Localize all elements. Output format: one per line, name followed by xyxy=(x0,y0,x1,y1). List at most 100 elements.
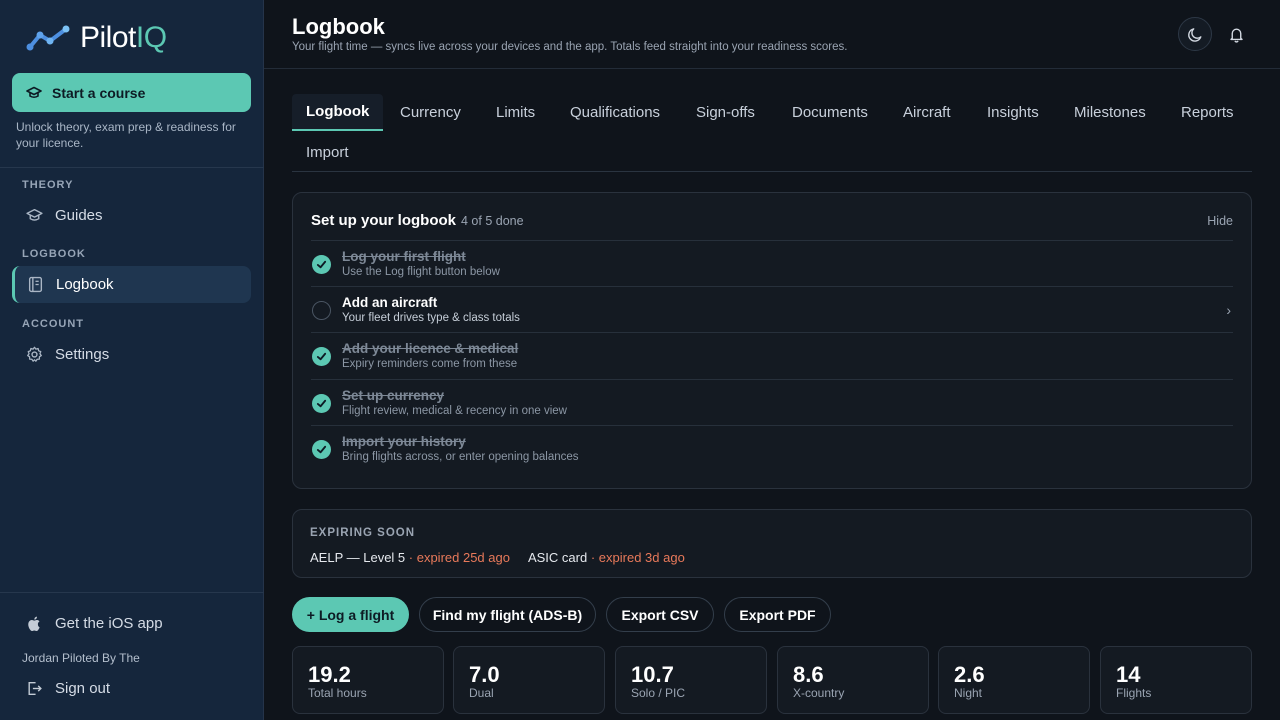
start-course-button[interactable]: Start a course xyxy=(12,73,251,112)
checklist-item-subtitle: Use the Log flight button below xyxy=(342,266,500,278)
stat-value: 7.0 xyxy=(469,662,500,687)
logbook-tabs: Logbook Currency Limits Qualifications S… xyxy=(292,94,1252,172)
sidebar-item-logbook[interactable]: Logbook xyxy=(12,266,251,303)
checklist-item-title: Set up currency xyxy=(342,388,445,403)
expiring-soon-card: EXPIRING SOON AELP — Level 5 · expired 2… xyxy=(292,509,1252,578)
page-header: Logbook Your flight time — syncs live ac… xyxy=(264,0,1280,69)
sidebar: PilotIQ Start a course Unlock theory, ex… xyxy=(0,0,264,720)
stat-flights: 14 Flights xyxy=(1100,646,1252,714)
page-subtitle: Your flight time — syncs live across you… xyxy=(292,41,848,53)
brand-name: PilotIQ xyxy=(80,21,167,54)
tab-qualifications[interactable]: Qualifications xyxy=(556,94,674,131)
tab-logbook[interactable]: Logbook xyxy=(292,94,384,131)
checklist-item-subtitle: Flight review, medical & recency in one … xyxy=(342,405,567,417)
stat-value: 19.2 xyxy=(308,662,351,687)
ios-app-label: Get the iOS app xyxy=(55,615,163,632)
stat-solo-pic: 10.7 Solo / PIC xyxy=(615,646,767,714)
expiring-item[interactable]: AELP — Level 5 · expired 25d ago xyxy=(310,550,510,565)
checklist-item-title: Import your history xyxy=(342,434,466,449)
setup-checklist-card: Set up your logbook 4 of 5 done Hide Log… xyxy=(292,192,1252,489)
sidebar-item-label: Logbook xyxy=(56,276,114,293)
expiring-item-status: · expired 3d ago xyxy=(590,550,685,565)
tab-sign-offs[interactable]: Sign-offs xyxy=(682,94,769,131)
tab-aircraft[interactable]: Aircraft xyxy=(889,94,965,131)
setup-title: Set up your logbook xyxy=(311,212,456,229)
sign-out-label: Sign out xyxy=(55,680,111,697)
expiring-item[interactable]: ASIC card · expired 3d ago xyxy=(528,550,685,565)
tab-reports[interactable]: Reports xyxy=(1167,94,1248,131)
book-icon xyxy=(28,276,43,293)
sidebar-item-guides[interactable]: Guides xyxy=(12,197,251,234)
cta-subtext: Unlock theory, exam prep & readiness for… xyxy=(16,120,236,150)
sidebar-item-settings[interactable]: Settings xyxy=(12,336,251,373)
checklist-item-first-flight[interactable]: Log your first flight Use the Log flight… xyxy=(311,240,1233,286)
start-course-label: Start a course xyxy=(52,84,146,101)
stat-label: Solo / PIC xyxy=(631,686,686,700)
logo-chart-icon xyxy=(26,25,70,51)
stat-total-hours: 19.2 Total hours xyxy=(292,646,444,714)
sign-out-button[interactable]: Sign out xyxy=(12,670,251,707)
tab-insights[interactable]: Insights xyxy=(973,94,1053,131)
log-flight-button[interactable]: + Log a flight xyxy=(292,597,409,632)
apple-icon xyxy=(28,616,40,632)
tab-currency[interactable]: Currency xyxy=(386,94,475,131)
tab-limits[interactable]: Limits xyxy=(482,94,549,131)
check-complete-icon xyxy=(312,394,331,413)
gear-icon xyxy=(27,346,42,362)
stat-dual: 7.0 Dual xyxy=(453,646,605,714)
page-title: Logbook xyxy=(292,14,385,39)
stat-x-country: 8.6 X-country xyxy=(777,646,929,714)
checklist-item-title: Log your first flight xyxy=(342,249,466,264)
checklist-item-licence-medical[interactable]: Add your licence & medical Expiry remind… xyxy=(311,332,1233,378)
section-label-theory: THEORY xyxy=(22,179,74,191)
notifications-button[interactable] xyxy=(1219,17,1253,51)
sidebar-item-label: Guides xyxy=(55,207,103,224)
stat-label: Flights xyxy=(1116,686,1152,700)
stat-night: 2.6 Night xyxy=(938,646,1090,714)
check-complete-icon xyxy=(312,347,331,366)
tab-documents[interactable]: Documents xyxy=(778,94,882,131)
expiring-item-status: · expired 25d ago xyxy=(408,550,510,565)
moon-icon xyxy=(1187,27,1202,42)
expiring-label: EXPIRING SOON xyxy=(310,527,416,539)
graduation-cap-icon xyxy=(26,208,43,221)
checklist-item-import-history[interactable]: Import your history Bring flights across… xyxy=(311,425,1233,471)
checklist-item-title: Add an aircraft xyxy=(342,295,438,310)
chevron-right-icon: › xyxy=(1226,302,1231,318)
tab-import[interactable]: Import xyxy=(292,134,363,171)
stat-value: 14 xyxy=(1116,662,1141,687)
checklist-item-subtitle: Bring flights across, or enter opening b… xyxy=(342,451,579,463)
tab-milestones[interactable]: Milestones xyxy=(1060,94,1160,131)
setup-progress: 4 of 5 done xyxy=(461,214,524,228)
checklist-item-subtitle: Your fleet drives type & class totals xyxy=(342,312,520,324)
expiring-item-name: AELP — Level 5 xyxy=(310,550,406,565)
stat-value: 2.6 xyxy=(954,662,985,687)
stat-label: Dual xyxy=(469,686,494,700)
check-complete-icon xyxy=(312,440,331,459)
expiring-list: AELP — Level 5 · expired 25d ago ASIC ca… xyxy=(310,550,685,565)
checklist-item-add-aircraft[interactable]: Add an aircraft Your fleet drives type &… xyxy=(311,286,1233,332)
export-csv-button[interactable]: Export CSV xyxy=(606,597,714,632)
stat-label: Total hours xyxy=(308,686,367,700)
stat-label: Night xyxy=(954,686,983,700)
theme-toggle-button[interactable] xyxy=(1178,17,1212,51)
user-name: Jordan Piloted By The xyxy=(22,651,140,665)
sidebar-divider xyxy=(0,592,264,593)
section-label-account: ACCOUNT xyxy=(22,318,84,330)
hide-button[interactable]: Hide xyxy=(1207,214,1233,228)
find-flight-button[interactable]: Find my flight (ADS-B) xyxy=(419,597,596,632)
expiring-item-name: ASIC card xyxy=(527,550,588,565)
brand-logo[interactable]: PilotIQ xyxy=(26,20,167,56)
checklist-item-currency[interactable]: Set up currency Flight review, medical &… xyxy=(311,379,1233,425)
export-pdf-button[interactable]: Export PDF xyxy=(724,597,831,632)
bell-icon xyxy=(1229,28,1243,43)
graduation-cap-icon xyxy=(26,86,42,98)
stat-label: X-country xyxy=(793,686,845,700)
stat-value: 8.6 xyxy=(793,662,824,687)
sign-out-icon xyxy=(28,681,42,696)
ios-app-link[interactable]: Get the iOS app xyxy=(12,605,251,642)
sidebar-item-label: Settings xyxy=(55,346,110,363)
main-content: Logbook Your flight time — syncs live ac… xyxy=(264,0,1280,720)
sidebar-divider xyxy=(0,167,264,168)
section-label-logbook: LOGBOOK xyxy=(22,248,86,260)
